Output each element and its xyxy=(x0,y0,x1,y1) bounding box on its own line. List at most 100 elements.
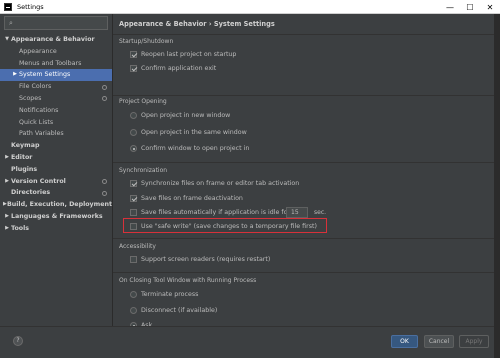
sidebar-item-system-settings[interactable]: ▶ System Settings xyxy=(0,69,112,82)
open-same-window-radio[interactable]: Open project in the same window xyxy=(130,129,247,136)
radio-button[interactable] xyxy=(130,145,137,152)
radio-button[interactable] xyxy=(130,129,137,136)
checkbox-box[interactable] xyxy=(130,65,137,72)
window-edge xyxy=(494,14,500,358)
sidebar-item-languages-frameworks[interactable]: ▶ Languages & Frameworks xyxy=(0,211,112,223)
screen-readers-checkbox[interactable]: Support screen readers (requires restart… xyxy=(130,256,270,263)
project-level-icon xyxy=(102,190,107,196)
section-accessibility: Accessibility xyxy=(119,243,156,250)
sidebar-item-appearance-behavior[interactable]: ▼ Appearance & Behavior xyxy=(0,34,112,46)
sidebar-item-file-colors[interactable]: File Colors xyxy=(0,81,112,93)
sidebar-item-label: System Settings xyxy=(19,71,71,79)
radio-button[interactable] xyxy=(130,307,137,314)
search-input[interactable]: ⌕ xyxy=(4,16,108,30)
sidebar-item-tools[interactable]: ▶ Tools xyxy=(0,223,112,235)
sidebar-item-label: Quick Lists xyxy=(19,118,54,126)
sidebar-item-path-variables[interactable]: Path Variables xyxy=(0,128,112,140)
window-title: Settings xyxy=(17,2,44,11)
radio-button[interactable] xyxy=(130,291,137,298)
project-level-icon xyxy=(102,84,107,90)
section-startup: Startup/Shutdown xyxy=(119,38,174,45)
app-icon xyxy=(4,2,12,11)
checkbox-box[interactable] xyxy=(130,195,137,202)
sidebar-item-label: Build, Execution, Deployment xyxy=(6,201,112,209)
section-separator xyxy=(113,95,494,96)
sidebar-item-build-execution-deployment[interactable]: ▶ Build, Execution, Deployment xyxy=(0,199,112,211)
section-separator xyxy=(113,238,494,239)
sidebar-item-label: Path Variables xyxy=(19,130,64,138)
radio-label: Terminate process xyxy=(141,291,199,298)
checkbox-box[interactable] xyxy=(130,51,137,58)
disconnect-radio[interactable]: Disconnect (if available) xyxy=(130,307,217,314)
chevron-right-icon[interactable]: ▶ xyxy=(3,211,11,223)
settings-sidebar: ⌕ ▼ Appearance & Behavior Appearance Menus … xyxy=(0,14,112,326)
checkbox-label: Support screen readers (requires restart… xyxy=(141,256,271,263)
sidebar-item-label: Plugins xyxy=(11,165,38,173)
title-bar: Settings — ☐ ✕ xyxy=(0,0,500,14)
sidebar-item-keymap[interactable]: Keymap xyxy=(0,140,112,152)
sidebar-item-directories[interactable]: Directories xyxy=(0,187,112,199)
project-level-icon xyxy=(102,96,107,102)
confirm-exit-checkbox[interactable]: Confirm application exit xyxy=(130,65,216,72)
settings-content: Appearance & Behavior › System Settings … xyxy=(113,14,494,329)
checkbox-label: Save files automatically if application … xyxy=(141,209,291,216)
chevron-right-icon[interactable]: ▶ xyxy=(3,223,11,235)
window-controls: — ☐ ✕ xyxy=(440,0,500,14)
reopen-last-project-checkbox[interactable]: Reopen last project on startup xyxy=(130,51,236,58)
section-closing-tool-window: On Closing Tool Window with Running Proc… xyxy=(119,277,257,284)
sidebar-item-appearance[interactable]: Appearance xyxy=(0,46,112,58)
idle-seconds-input[interactable]: 15 xyxy=(286,207,308,218)
apply-button[interactable]: Apply xyxy=(459,335,489,348)
close-button[interactable]: ✕ xyxy=(480,0,500,14)
sidebar-item-label: Keymap xyxy=(11,142,40,150)
section-project-opening: Project Opening xyxy=(119,98,167,105)
maximize-button[interactable]: ☐ xyxy=(460,0,480,14)
terminate-process-radio[interactable]: Terminate process xyxy=(130,291,198,298)
checkbox-box[interactable] xyxy=(130,180,137,187)
radio-label: Disconnect (if available) xyxy=(141,307,218,314)
sidebar-item-quick-lists[interactable]: Quick Lists xyxy=(0,117,112,129)
sidebar-item-plugins[interactable]: Plugins xyxy=(0,164,112,176)
checkbox-label: Reopen last project on startup xyxy=(141,51,237,58)
chevron-right-icon[interactable]: ▶ xyxy=(11,69,19,81)
checkbox-label: Confirm application exit xyxy=(141,65,217,72)
sidebar-item-label: Menus and Toolbars xyxy=(19,59,82,67)
header-separator xyxy=(113,34,494,35)
open-new-window-radio[interactable]: Open project in new window xyxy=(130,112,230,119)
sidebar-item-label: Appearance & Behavior xyxy=(11,36,95,43)
cancel-button[interactable]: Cancel xyxy=(424,335,454,348)
checkbox-box[interactable] xyxy=(130,209,137,216)
checkbox-label: Synchronize files on frame or editor tab… xyxy=(141,180,300,187)
chevron-down-icon[interactable]: ▼ xyxy=(3,34,11,46)
radio-label: Open project in the same window xyxy=(141,129,247,136)
section-separator xyxy=(113,162,494,163)
sidebar-item-version-control[interactable]: ▶ Version Control xyxy=(0,176,112,188)
checkbox-box[interactable] xyxy=(130,256,137,263)
checkbox-label: Save files on frame deactivation xyxy=(141,195,243,202)
help-button[interactable]: ? xyxy=(13,336,23,346)
section-synchronization: Synchronization xyxy=(119,167,168,174)
sidebar-item-scopes[interactable]: Scopes xyxy=(0,93,112,105)
ok-button[interactable]: OK xyxy=(391,335,418,348)
save-if-idle-checkbox[interactable]: Save files automatically if application … xyxy=(130,209,290,216)
settings-tree: ▼ Appearance & Behavior Appearance Menus an… xyxy=(0,34,112,235)
section-separator xyxy=(113,272,494,273)
settings-dialog: ⌕ ▼ Appearance & Behavior Appearance Menus … xyxy=(0,14,494,358)
sidebar-item-menus-and-toolbars[interactable]: Menus and Toolbars xyxy=(0,58,112,70)
sidebar-item-label: Version Control xyxy=(11,177,66,185)
chevron-right-icon[interactable]: ▶ xyxy=(3,152,11,164)
save-on-deactivation-checkbox[interactable]: Save files on frame deactivation xyxy=(130,195,243,202)
minimize-button[interactable]: — xyxy=(440,0,460,14)
sidebar-item-label: File Colors xyxy=(19,83,52,91)
sidebar-item-notifications[interactable]: Notifications xyxy=(0,105,112,117)
breadcrumb: Appearance & Behavior › System Settings xyxy=(119,20,275,28)
radio-button[interactable] xyxy=(130,112,137,119)
confirm-window-radio[interactable]: Confirm window to open project in xyxy=(130,145,249,152)
search-icon: ⌕ xyxy=(9,18,13,27)
sync-on-activation-checkbox[interactable]: Synchronize files on frame or editor tab… xyxy=(130,180,299,187)
sidebar-item-label: Directories xyxy=(11,189,51,197)
sidebar-item-editor[interactable]: ▶ Editor xyxy=(0,152,112,164)
chevron-right-icon[interactable]: ▶ xyxy=(3,176,11,188)
sidebar-item-label: Appearance xyxy=(19,47,57,55)
project-level-icon xyxy=(102,178,107,184)
